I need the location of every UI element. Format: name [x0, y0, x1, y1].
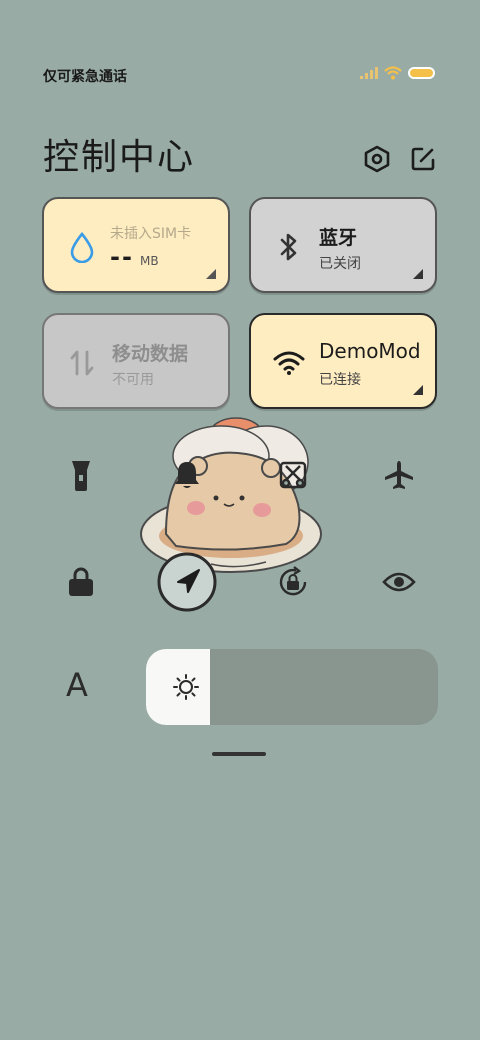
text-size-button[interactable]: A — [66, 666, 88, 704]
battery-icon — [408, 67, 435, 79]
bluetooth-tile[interactable]: 蓝牙 已关闭 — [249, 197, 437, 293]
page-title: 控制中心 — [43, 137, 196, 178]
status-carrier-text: 仅可紧急通话 — [43, 69, 127, 85]
water-drop-icon — [66, 231, 98, 263]
expand-corner-icon — [413, 269, 423, 279]
sun-icon — [172, 673, 200, 705]
bluetooth-icon — [273, 231, 305, 263]
data-usage-tile[interactable]: 未插入SIM卡 -- MB — [42, 197, 230, 293]
data-usage-unit: MB — [140, 254, 159, 268]
mobile-data-title: 移动数据 — [112, 343, 189, 365]
scissors-icon[interactable] — [269, 451, 317, 499]
wifi-tile[interactable]: DemoMod 已连接 — [249, 313, 437, 409]
drag-handle[interactable] — [212, 752, 266, 756]
wifi-icon — [384, 66, 402, 80]
wifi-icon — [273, 347, 305, 379]
brightness-slider[interactable] — [146, 649, 438, 725]
bell-icon[interactable] — [163, 451, 211, 499]
edit-icon[interactable] — [408, 144, 438, 174]
wifi-status: 已连接 — [319, 372, 361, 388]
lock-icon[interactable] — [57, 558, 105, 606]
expand-corner-icon — [206, 269, 216, 279]
data-usage-value: -- — [110, 243, 134, 271]
bluetooth-title: 蓝牙 — [319, 227, 358, 249]
data-transfer-icon — [66, 347, 98, 379]
rotation-lock-icon[interactable] — [269, 558, 317, 606]
eye-icon[interactable] — [375, 558, 423, 606]
location-arrow-icon[interactable] — [156, 551, 218, 613]
sim-status-label: 未插入SIM卡 — [110, 226, 192, 242]
status-icons — [360, 66, 436, 80]
airplane-icon[interactable] — [375, 451, 423, 499]
mobile-data-status: 不可用 — [112, 372, 154, 388]
signal-icon — [360, 67, 378, 79]
flashlight-icon[interactable] — [57, 451, 105, 499]
wifi-title: DemoMod — [319, 339, 421, 363]
bluetooth-status: 已关闭 — [319, 256, 361, 272]
settings-hexagon-icon[interactable] — [362, 144, 392, 174]
mobile-data-tile[interactable]: 移动数据 不可用 — [42, 313, 230, 409]
expand-corner-icon — [413, 385, 423, 395]
